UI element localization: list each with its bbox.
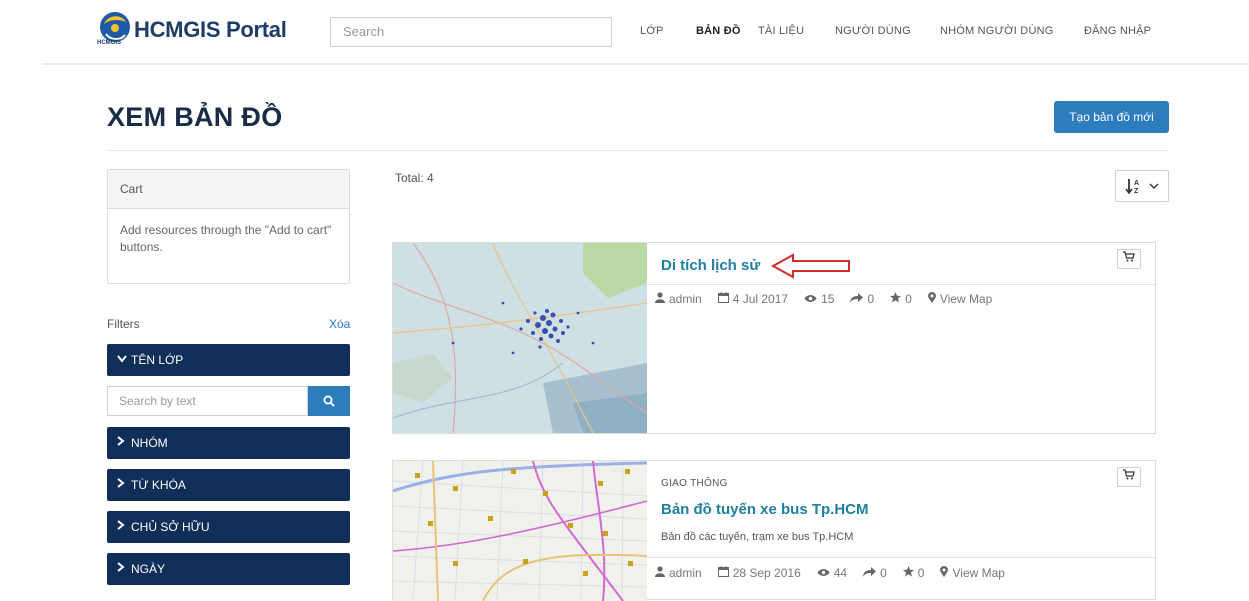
nav-maps[interactable]: BẢN ĐỒ [696,25,741,41]
header-divider [42,63,1249,65]
rating-count: 0 [917,566,925,580]
map-thumbnail[interactable] [393,461,647,601]
view-count: 15 [821,292,835,306]
nav-layers[interactable]: LỚP [640,25,664,41]
search-icon [323,395,335,407]
add-to-cart-button[interactable] [1117,249,1141,269]
eye-icon [804,292,817,306]
filter-owner[interactable]: CHỦ SỞ HỮU [107,511,350,543]
search-by-text-input[interactable]: Search by text [107,386,308,416]
add-to-cart-button[interactable] [1117,467,1141,487]
chevron-right-icon [117,469,131,501]
map-thumbnail[interactable] [393,243,647,433]
filter-layer-name[interactable]: TÊN LỚP [107,344,350,376]
star-icon [890,292,902,306]
filters-label: Filters [107,317,140,331]
filter-group[interactable]: NHÓM [107,427,350,459]
svg-text:A: A [1134,180,1139,187]
view-map-link[interactable]: View Map [940,292,992,306]
results-total: Total: 4 [395,171,434,185]
cart-icon [1123,251,1135,262]
eye-icon [817,566,830,580]
new-map-button[interactable]: Tạo bản đồ mới [1054,101,1169,133]
cart-icon [1123,469,1135,480]
cart-panel: Cart Add resources through the "Add to c… [107,169,350,284]
map-date: 4 Jul 2017 [732,292,789,306]
view-map-link[interactable]: View Map [952,566,1004,580]
cart-body: Add resources through the "Add to cart" … [120,223,332,254]
search-input[interactable]: Search [330,17,612,47]
sort-button[interactable]: A Z [1115,170,1169,202]
map-meta: admin 28 Sep 2016 44 0 0 View Map [655,566,1009,580]
page-title: XEM BẢN ĐỒ [107,102,283,132]
nav-documents[interactable]: TÀI LIỆU [758,25,804,41]
filter-date-label: NGÀY [131,562,166,576]
view-count: 44 [833,566,848,580]
filter-owner-label: CHỦ SỞ HỮU [131,520,210,534]
owner-name[interactable]: admin [669,566,702,580]
rating-count: 0 [905,292,912,306]
map-description: Bản đồ các tuyến, trạm xe bus Tp.HCM [661,531,854,543]
hcmgis-logo-icon: HCMGIS [96,10,136,50]
logo-small-text: HCMGIS [97,40,121,46]
meta-divider [647,557,1155,558]
chevron-right-icon [117,511,131,543]
clear-filters-link[interactable]: Xóa [329,317,350,331]
filter-date[interactable]: NGÀY [107,553,350,585]
share-count: 0 [880,566,887,580]
map-title-link[interactable]: Di tích lịch sử [661,257,760,274]
annotation-arrow-icon [771,253,850,279]
share-count: 0 [867,292,875,306]
filter-keyword-label: TỪ KHÓA [131,478,186,492]
star-icon [902,566,914,580]
filter-keyword[interactable]: TỪ KHÓA [107,469,350,501]
share-icon [850,292,864,306]
calendar-icon [717,292,729,306]
user-icon [655,566,665,580]
chevron-right-icon [117,427,131,459]
search-button[interactable] [308,386,350,416]
filter-group-label: NHÓM [131,436,168,450]
chevron-down-icon [117,344,131,376]
map-meta: admin 4 Jul 2017 15 0 0 View Map [655,292,996,306]
map-marker-icon [940,566,949,580]
map-title-link[interactable]: Bản đồ tuyến xe bus Tp.HCM [661,501,869,518]
title-divider [107,150,1169,151]
map-date: 28 Sep 2016 [732,566,801,580]
nav-users[interactable]: NGƯỜI DÙNG [835,25,911,41]
map-card: Di tích lịch sử admin 4 Jul 2017 15 0 0 … [392,242,1156,434]
share-icon [863,566,877,580]
chevron-right-icon [117,553,131,585]
nav-login[interactable]: ĐĂNG NHẬP [1084,25,1151,41]
logo[interactable]: HCMGIS HCMGIS Portal [96,12,287,48]
calendar-icon [717,566,729,580]
map-marker-icon [927,292,936,306]
user-icon [655,292,665,306]
meta-divider [647,284,1155,285]
chevron-down-icon [1149,183,1159,189]
owner-name[interactable]: admin [669,292,702,306]
filter-layer-label: TÊN LỚP [131,353,184,367]
cart-title: Cart [108,170,349,209]
svg-text:Z: Z [1134,188,1139,195]
map-category[interactable]: GIAO THÔNG [661,478,728,489]
sort-alpha-icon: A Z [1125,179,1139,195]
logo-text: HCMGIS Portal [134,17,287,42]
map-card: GIAO THÔNG Bản đồ tuyến xe bus Tp.HCM Bả… [392,460,1156,601]
nav-user-groups[interactable]: NHÓM NGƯỜI DÙNG [940,25,1054,41]
